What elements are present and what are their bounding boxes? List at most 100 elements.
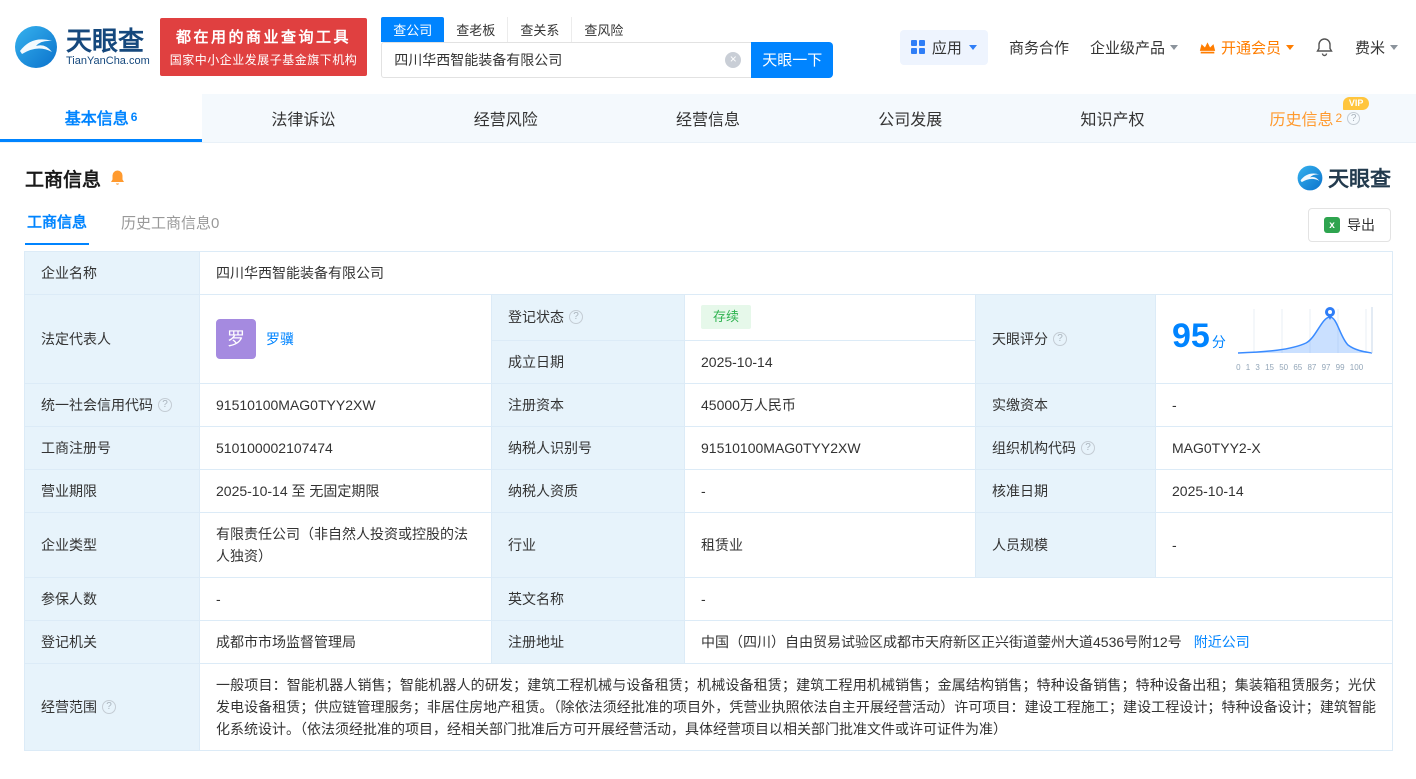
table-row: 法定代表人 罗 罗骥 登记状态 存续 天眼评分 [25, 295, 1393, 341]
status-badge: 存续 [701, 305, 751, 329]
tab-label: 法律诉讼 [271, 106, 335, 130]
search-tab-boss[interactable]: 查老板 [444, 17, 507, 42]
score-axis-labels: 0 1 3 15 50 65 87 97 99 100 [1236, 363, 1376, 373]
reg-authority-value: 成都市市场监督管理局 [200, 621, 492, 664]
staff-scale-value: - [1156, 513, 1393, 578]
notifications-bell-icon[interactable] [1315, 37, 1334, 57]
slogan-line2: 国家中小企业发展子基金旗下机构 [170, 51, 358, 68]
tab-basic-info[interactable]: 基本信息 6 [0, 94, 202, 142]
tab-operating-risk[interactable]: 经营风险 [405, 94, 607, 142]
search-tab-relation[interactable]: 查关系 [507, 17, 571, 42]
search-button[interactable]: 天眼一下 [751, 42, 833, 78]
scope-value: 一般项目：智能机器人销售；智能机器人的研发；建筑工程机械与设备租赁；机械设备租赁… [200, 664, 1393, 751]
score-label-text: 天眼评分 [992, 328, 1048, 350]
reg-no-label: 工商注册号 [25, 427, 200, 470]
credit-code-value: 91510100MAG0TYY2XW [200, 384, 492, 427]
reg-status-label: 登记状态 [492, 295, 685, 341]
tax-qualification-value: - [685, 470, 976, 513]
open-vip-label: 开通会员 [1221, 37, 1281, 58]
tab-company-development[interactable]: 公司发展 [809, 94, 1011, 142]
est-date-label: 成立日期 [492, 340, 685, 384]
company-type-value: 有限责任公司（非自然人投资或控股的法人独资） [200, 513, 492, 578]
tab-history-info[interactable]: VIP 历史信息 2 [1214, 94, 1416, 142]
crown-icon [1199, 41, 1216, 54]
company-tabs: 基本信息 6 法律诉讼 经营风险 经营信息 公司发展 知识产权 VIP 历史信息… [0, 94, 1416, 143]
table-row: 登记机关 成都市市场监督管理局 注册地址 中国（四川）自由贸易试验区成都市天府新… [25, 621, 1393, 664]
logo-subtitle: TianYanCha.com [66, 55, 150, 67]
staff-scale-label: 人员规模 [976, 513, 1156, 578]
scope-label-text: 经营范围 [41, 696, 97, 718]
watermark-logo: 天眼查 [1297, 163, 1391, 193]
tax-qualification-label: 纳税人资质 [492, 470, 685, 513]
subscribe-bell-icon[interactable] [109, 169, 126, 187]
avatar[interactable]: 罗 [216, 319, 256, 359]
export-button[interactable]: 导出 [1308, 208, 1391, 242]
nav-open-vip[interactable]: 开通会员 [1199, 37, 1294, 58]
table-row: 工商注册号 510100002107474 纳税人识别号 91510100MAG… [25, 427, 1393, 470]
tab-intellectual-property[interactable]: 知识产权 [1011, 94, 1213, 142]
section-title: 工商信息 [25, 165, 101, 192]
top-header: 天眼查 TianYanCha.com 都在用的商业查询工具 国家中小企业发展子基… [0, 0, 1416, 94]
scope-label: 经营范围 [25, 664, 200, 751]
clear-search-icon[interactable] [725, 52, 741, 68]
est-date-value: 2025-10-14 [685, 340, 976, 384]
page: 天眼查 TianYanCha.com 都在用的商业查询工具 国家中小企业发展子基… [0, 0, 1416, 779]
table-row: 参保人数 - 英文名称 - [25, 578, 1393, 621]
apps-menu[interactable]: 应用 [900, 30, 988, 65]
reg-status-label-text: 登记状态 [508, 306, 564, 328]
chevron-down-icon [1286, 45, 1294, 50]
tab-label: 经营信息 [676, 106, 740, 130]
table-row: 营业期限 2025-10-14 至 无固定期限 纳税人资质 - 核准日期 202… [25, 470, 1393, 513]
help-icon[interactable] [158, 398, 172, 412]
tax-id-value: 91510100MAG0TYY2XW [685, 427, 976, 470]
enterprise-products-label: 企业级产品 [1090, 37, 1165, 58]
search-block: 查公司 查老板 查关系 查风险 天眼一下 [381, 17, 835, 78]
insured-num-label: 参保人数 [25, 578, 200, 621]
help-icon[interactable] [1081, 441, 1095, 455]
business-info-section: 工商信息 天眼查 工商信息 历史工商信息0 导出 [0, 143, 1416, 751]
watermark-brand-text: 天眼查 [1328, 163, 1391, 193]
tab-count: 6 [131, 110, 138, 124]
address-text: 中国（四川）自由贸易试验区成都市天府新区正兴街道蓥州大道4536号附12号 [701, 634, 1182, 650]
table-row: 经营范围 一般项目：智能机器人销售；智能机器人的研发；建筑工程机械与设备租赁；机… [25, 664, 1393, 751]
score-number: 95 [1172, 317, 1210, 355]
tab-legal-proceedings[interactable]: 法律诉讼 [202, 94, 404, 142]
legal-rep-link[interactable]: 罗骥 [266, 328, 294, 350]
table-row: 企业类型 有限责任公司（非自然人投资或控股的法人独资） 行业 租赁业 人员规模 … [25, 513, 1393, 578]
search-bar: 天眼一下 [381, 42, 835, 78]
score-chart: 0 1 3 15 50 65 87 97 99 100 [1236, 305, 1376, 373]
nav-business-cooperation[interactable]: 商务合作 [1009, 37, 1069, 58]
help-icon[interactable] [1347, 112, 1360, 125]
subtab-business-info[interactable]: 工商信息 [25, 205, 89, 245]
org-code-value: MAG0TYY2-X [1156, 427, 1393, 470]
search-input[interactable] [381, 42, 751, 78]
search-tab-risk[interactable]: 查风险 [571, 17, 635, 42]
user-menu[interactable]: 费米 [1355, 37, 1398, 58]
help-icon[interactable] [102, 700, 116, 714]
excel-icon [1324, 217, 1340, 233]
apps-grid-icon [911, 40, 925, 54]
reg-capital-value: 45000万人民币 [685, 384, 976, 427]
tab-label: 公司发展 [878, 106, 942, 130]
help-icon[interactable] [569, 310, 583, 324]
help-icon[interactable] [1053, 332, 1067, 346]
tab-operating-info[interactable]: 经营信息 [607, 94, 809, 142]
search-tabs: 查公司 查老板 查关系 查风险 [381, 17, 835, 42]
org-code-label: 组织机构代码 [976, 427, 1156, 470]
apps-label: 应用 [932, 37, 962, 58]
approval-date-label: 核准日期 [976, 470, 1156, 513]
search-tab-company[interactable]: 查公司 [381, 17, 444, 42]
logo-title: 天眼查 [66, 27, 150, 55]
reg-capital-label: 注册资本 [492, 384, 685, 427]
tianyancha-logo[interactable]: 天眼查 TianYanCha.com [14, 25, 150, 69]
nearby-companies-link[interactable]: 附近公司 [1194, 634, 1250, 650]
company-name-label: 企业名称 [25, 252, 200, 295]
business-info-table: 企业名称 四川华西智能装备有限公司 法定代表人 罗 罗骥 登记状态 存续 [24, 251, 1393, 751]
industry-label: 行业 [492, 513, 685, 578]
sub-tabs: 工商信息 历史工商信息0 导出 [0, 197, 1416, 243]
export-label: 导出 [1347, 215, 1375, 235]
nav-enterprise-products[interactable]: 企业级产品 [1090, 37, 1178, 58]
approval-date-value: 2025-10-14 [1156, 470, 1393, 513]
subtab-history-business-info[interactable]: 历史工商信息0 [119, 206, 221, 244]
credit-code-label: 统一社会信用代码 [25, 384, 200, 427]
